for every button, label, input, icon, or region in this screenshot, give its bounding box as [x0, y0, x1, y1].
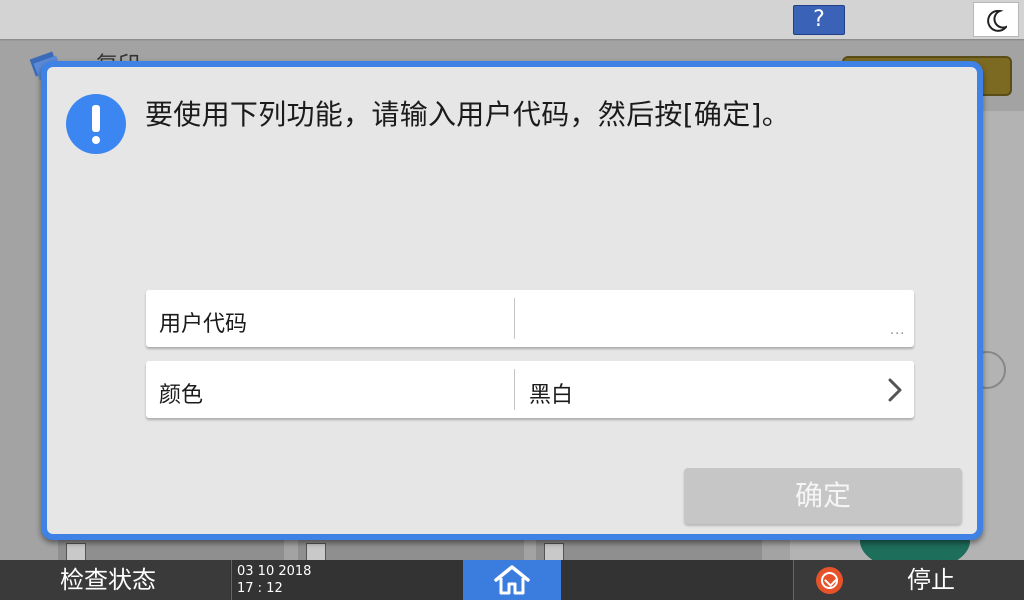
user-code-field[interactable]: 用户代码 ··· [146, 290, 914, 347]
color-value: 黑白 [529, 383, 574, 408]
exclamation-icon [66, 94, 126, 154]
stop-button[interactable]: 停止 [793, 560, 1024, 600]
field-divider [514, 298, 515, 339]
user-code-dialog: 要使用下列功能，请输入用户代码，然后按[确定]。 用户代码 ··· 颜色 黑白 … [41, 61, 983, 540]
dialog-message: 要使用下列功能，请输入用户代码，然后按[确定]。 [145, 98, 791, 131]
color-label: 颜色 [159, 383, 204, 408]
ok-button[interactable]: 确定 [684, 468, 962, 524]
home-button[interactable] [463, 560, 561, 600]
user-code-label: 用户代码 [159, 312, 248, 337]
home-icon [494, 565, 530, 595]
field-divider [514, 369, 515, 410]
stop-icon [816, 567, 843, 594]
energy-saver-button[interactable] [973, 2, 1019, 37]
time-text: 17 : 12 [237, 581, 283, 596]
date-text: 03 10 2018 [237, 564, 312, 579]
more-icon: ··· [890, 327, 906, 342]
help-button[interactable]: ? [793, 5, 845, 35]
check-status-button[interactable]: 检查状态 [0, 560, 230, 600]
color-field[interactable]: 颜色 黑白 [146, 361, 914, 418]
bottom-bar: 检查状态 03 10 2018 17 : 12 停止 [0, 560, 1024, 600]
top-bar: ? [0, 0, 1024, 40]
moon-icon [987, 10, 1007, 32]
chevron-right-icon [888, 378, 902, 402]
question-mark-icon: ? [813, 7, 825, 32]
date-time: 03 10 2018 17 : 12 [231, 560, 463, 600]
stop-label: 停止 [907, 566, 955, 594]
